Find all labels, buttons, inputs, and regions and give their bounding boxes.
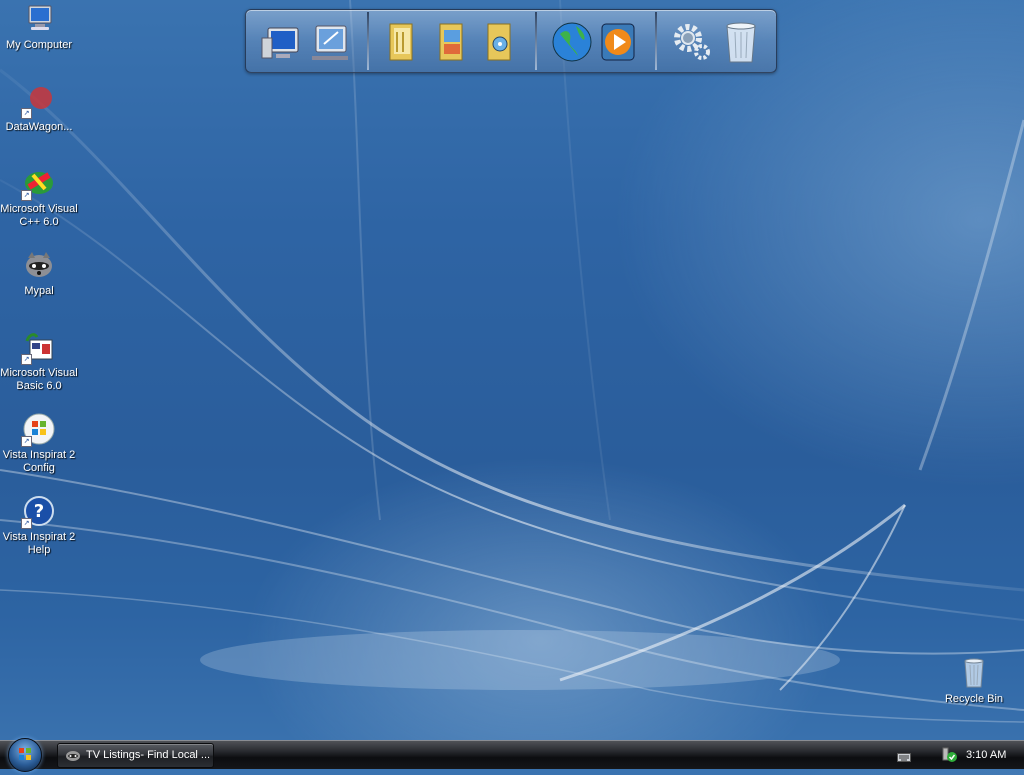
desktop-icon-my-computer[interactable]: My Computer (0, 3, 79, 52)
keyboard-icon[interactable] (897, 748, 911, 767)
start-button[interactable] (8, 738, 42, 772)
dock-item-settings[interactable] (670, 18, 714, 66)
shortcut-arrow-icon: ↗ (21, 436, 32, 447)
help-icon: ? ↗ (21, 495, 55, 529)
visual-cpp-icon: ↗ (21, 167, 55, 201)
dock-item-internet[interactable] (550, 18, 594, 66)
computer-icon (261, 27, 299, 59)
mypal-raccoon-icon (23, 249, 55, 281)
desktop-icon-label: Microsoft Visual C++ 6.0 (0, 203, 78, 228)
windows-logo-icon (19, 748, 31, 760)
taskbar-button-tv-listings[interactable]: TV Listings- Find Local ... (57, 743, 214, 768)
pictures-folder-icon (439, 23, 463, 61)
desktop-icon-label: Mypal (24, 285, 54, 297)
settings-gears-icon (674, 24, 710, 60)
desktop-icon-datawagon[interactable]: ↗ DataWagon... (0, 85, 79, 134)
mypal-raccoon-icon (65, 748, 81, 762)
desktop-icon-vista-help[interactable]: ? ↗ Vista Inspirat 2 Help (0, 495, 79, 557)
shortcut-arrow-icon: ↗ (21, 190, 32, 201)
visual-basic-icon: ↗ (21, 331, 55, 365)
dock-item-media-player[interactable] (596, 18, 640, 66)
svg-text:?: ? (34, 501, 44, 522)
dock-separator (367, 12, 369, 70)
shortcut-arrow-icon: ↗ (21, 108, 32, 119)
desktop-icon-visual-cpp[interactable]: ↗ Microsoft Visual C++ 6.0 (0, 167, 79, 229)
documents-folder-icon (389, 23, 413, 61)
taskbar: TV Listings- Find Local ... 3:10 AM (0, 738, 1024, 772)
recycle-bin-icon (958, 657, 990, 689)
desktop-icon-label: My Computer (5, 39, 73, 51)
my-computer-icon (23, 3, 55, 35)
desktop-icon-label: DataWagon... (5, 121, 73, 133)
top-dock (245, 9, 777, 73)
security-shield-icon[interactable] (942, 746, 958, 768)
wallpaper-swoosh (0, 0, 1024, 723)
datawagon-icon: ↗ (21, 85, 55, 119)
desktop-icon-visual-basic[interactable]: ↗ Microsoft Visual Basic 6.0 (0, 331, 79, 393)
dock-item-computer[interactable] (260, 18, 304, 66)
desktop-icon-label: Vista Inspirat 2 Help (2, 531, 76, 556)
desktop-icon-mypal[interactable]: Mypal (0, 249, 79, 298)
trash-icon (726, 22, 756, 63)
shortcut-arrow-icon: ↗ (21, 354, 32, 365)
windows-flag-icon: ↗ (21, 413, 55, 447)
dock-item-pictures[interactable] (432, 18, 476, 66)
desktop-icon-recycle-bin[interactable]: Recycle Bin (934, 657, 1014, 706)
dock-item-trash[interactable] (719, 18, 763, 66)
media-player-icon (601, 23, 635, 61)
system-clock[interactable]: 3:10 AM (966, 741, 1006, 769)
dock-item-network[interactable] (308, 18, 352, 66)
desktop-icon-label: Vista Inspirat 2 Config (2, 449, 76, 474)
dock-item-documents[interactable] (382, 18, 426, 66)
desktop-icon-label: Recycle Bin (944, 693, 1004, 705)
shortcut-arrow-icon: ↗ (21, 518, 32, 529)
network-icon (312, 25, 348, 60)
music-folder-icon (487, 23, 511, 61)
dock-item-music[interactable] (480, 18, 524, 66)
desktop-icon-vista-config[interactable]: ↗ Vista Inspirat 2 Config (0, 413, 79, 475)
taskbar-button-label: TV Listings- Find Local ... (86, 749, 211, 761)
desktop-icon-label: Microsoft Visual Basic 6.0 (0, 367, 78, 392)
dock-separator (655, 12, 657, 70)
internet-globe-icon (552, 22, 592, 62)
dock-separator (535, 12, 537, 70)
